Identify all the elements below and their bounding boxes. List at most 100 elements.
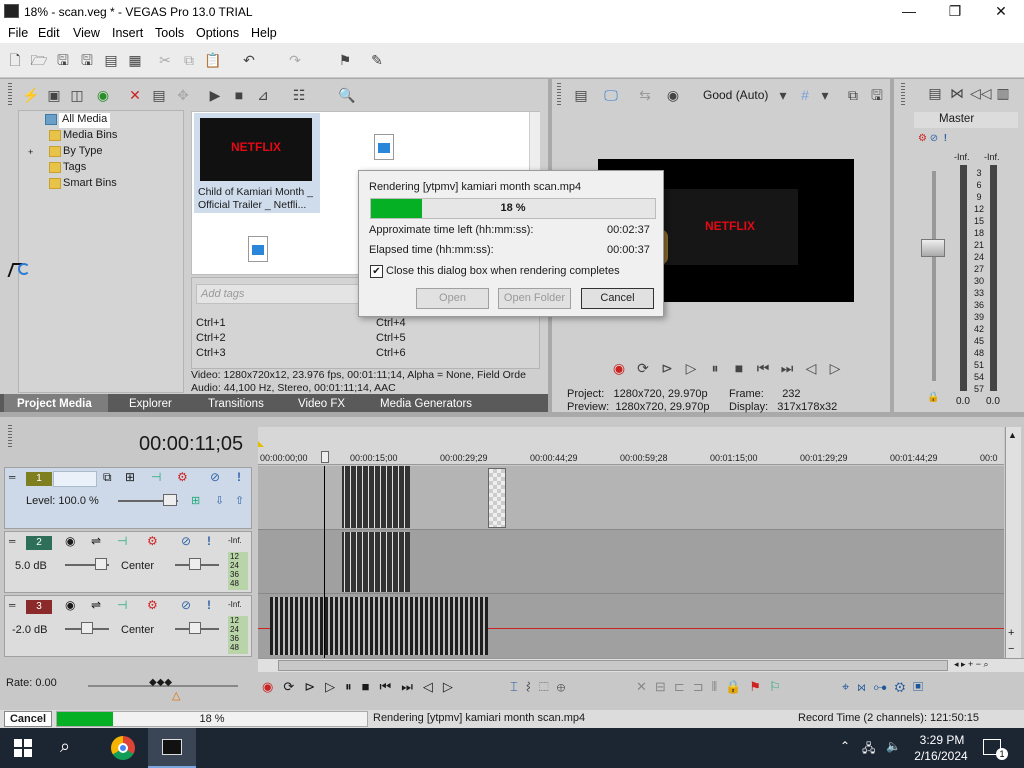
save-as-icon[interactable]: 🖫 — [78, 51, 96, 69]
status-cancel-button[interactable]: Cancel — [4, 711, 52, 727]
trim-icon[interactable]: ⊟ — [655, 679, 674, 694]
invert-phase-icon-3[interactable]: ⇌ — [91, 598, 101, 612]
pan-slider-handle-3[interactable] — [189, 622, 201, 634]
open-folder-button[interactable]: Open Folder — [498, 288, 571, 309]
pause-icon[interactable]: ⏸ — [706, 359, 724, 377]
envelope-tool-icon[interactable]: ⌇ — [526, 679, 539, 694]
media-fx-icon[interactable]: ▤ — [150, 86, 168, 104]
video-clip-events[interactable] — [342, 466, 410, 528]
selection-tool-icon[interactable]: ⬚ — [539, 679, 557, 694]
audio-clip-events-track3[interactable] — [270, 597, 488, 655]
prev-frame-icon[interactable]: ◁ — [802, 359, 820, 377]
save-icon[interactable]: 🖫 — [54, 51, 72, 69]
trim-start-icon[interactable]: ⊏ — [674, 679, 693, 694]
tl-loop-icon[interactable]: ⟳ — [283, 679, 304, 694]
render-as-icon[interactable]: ▤ — [102, 51, 120, 69]
tl-play-icon[interactable]: ▷ — [325, 679, 345, 694]
compositing-up-icon[interactable]: ⇧ — [235, 494, 244, 507]
menu-options[interactable]: Options — [196, 26, 239, 40]
horizontal-scrollbar[interactable]: ◂ ▸ + − ⌕ — [258, 658, 1024, 672]
scrollbar-thumb[interactable] — [278, 660, 948, 671]
timeline-ruler[interactable]: 00:00:00;00 00:00:15;00 00:00:29;29 00:0… — [258, 427, 1004, 465]
volume-slider-handle[interactable] — [95, 558, 107, 570]
track-solo-icon[interactable]: ! — [237, 470, 241, 484]
menu-edit[interactable]: Edit — [38, 26, 60, 40]
dim-icon[interactable]: ◁◁ — [970, 84, 992, 102]
mixer-settings-icon[interactable]: ▥ — [994, 84, 1012, 102]
play-icon[interactable]: ▷ — [682, 359, 700, 377]
tree-tags[interactable]: Tags — [49, 161, 86, 176]
lock-event-icon[interactable]: 🔒 — [725, 679, 749, 694]
menu-view[interactable]: View — [73, 26, 100, 40]
tl-end-icon[interactable]: ⏭ — [401, 679, 423, 694]
tab-transitions[interactable]: Transitions — [208, 398, 264, 410]
expand-track-icon[interactable]: ⊞ — [191, 494, 200, 507]
lock-icon[interactable]: 🔒 — [927, 392, 939, 403]
redo-icon[interactable]: ↷ — [286, 51, 304, 69]
tree-smart-bins[interactable]: Smart Bins — [49, 177, 117, 192]
track-name-input[interactable] — [53, 471, 97, 487]
pan-slider-handle[interactable] — [189, 558, 201, 570]
delete-icon[interactable]: ✕ — [636, 679, 655, 694]
dropdown-arrow-icon[interactable]: ▾ — [774, 86, 792, 104]
solo-icon[interactable]: ! — [944, 133, 947, 144]
tab-video-fx[interactable]: Video FX — [298, 398, 345, 410]
master-grip[interactable] — [901, 83, 905, 107]
ignore-grouping-icon[interactable]: ▣ — [913, 679, 931, 694]
compositing-icon[interactable]: ⊞ — [125, 470, 135, 484]
lock-envelopes-icon[interactable]: ⚙ — [895, 679, 914, 694]
marker-icon[interactable]: ⚑ — [749, 679, 769, 694]
expand-icon[interactable]: + — [28, 147, 33, 157]
import-media-icon[interactable]: ⚡ — [22, 86, 40, 104]
image-file-icon[interactable] — [374, 134, 394, 160]
trim-end-icon[interactable]: ⊐ — [693, 679, 712, 694]
compositing-down-icon[interactable]: ⇩ — [215, 494, 224, 507]
loop-icon[interactable]: ⟳ — [634, 359, 652, 377]
clock-date[interactable]: 2/16/2024 — [910, 749, 972, 763]
render-icon[interactable]: ⚑ — [336, 51, 354, 69]
media-thumbnail[interactable]: NETFLIX — [200, 118, 312, 181]
tags-input[interactable]: Add tags — [196, 284, 360, 304]
tl-prev-icon[interactable]: ◁ — [423, 679, 443, 694]
save-snapshot-icon[interactable]: 🖫 — [868, 86, 886, 104]
volume-slider-handle-3[interactable] — [81, 622, 93, 634]
volume-icon[interactable]: 🔈 — [886, 739, 901, 753]
new-file-icon[interactable]: 🗋 — [6, 51, 24, 69]
go-to-end-icon[interactable]: ⏭ — [778, 359, 796, 377]
tree-media-bins[interactable]: Media Bins — [49, 129, 117, 144]
clock-time[interactable]: 3:29 PM — [914, 733, 970, 747]
audio-solo-icon-3[interactable]: ! — [207, 598, 211, 612]
tl-start-icon[interactable]: ⏮ — [380, 679, 402, 694]
preview-quality-dropdown[interactable]: Good (Auto) — [703, 88, 768, 102]
tl-pause-icon[interactable]: ⏸ — [345, 679, 362, 694]
plugin-icon[interactable]: ✥ — [174, 86, 192, 104]
downmix-icon[interactable]: ⋈ — [948, 84, 966, 102]
preview-fx-icon[interactable]: ◉ — [664, 86, 682, 104]
track-header-video-1[interactable]: ═ 1 ⧉ ⊞ ⊣ ⚙ ⊘ ! Level: 100.0 % ⊞ ⇩ ⇧ — [4, 467, 252, 529]
next-frame-icon[interactable]: ▷ — [826, 359, 844, 377]
close-button[interactable]: ✕ — [978, 0, 1024, 23]
tree-by-type[interactable]: By Type — [49, 145, 103, 160]
loop-start-marker[interactable] — [258, 441, 264, 447]
grid-icon[interactable]: # — [796, 86, 814, 104]
tray-chevron-icon[interactable]: ⌃ — [840, 739, 850, 753]
open-folder-icon[interactable]: 🗁 — [30, 51, 48, 69]
record-icon[interactable]: ◉ — [610, 359, 628, 377]
open-button[interactable]: Open — [416, 288, 489, 309]
properties-icon[interactable]: ▦ — [126, 51, 144, 69]
audio-solo-icon[interactable]: ! — [207, 534, 211, 548]
audio-mute-icon-3[interactable]: ⊘ — [181, 598, 191, 612]
level-slider-handle[interactable] — [163, 494, 177, 506]
stop-icon[interactable]: ■ — [730, 359, 748, 377]
arm-record-icon-3[interactable]: ◉ — [65, 598, 75, 612]
cancel-render-button[interactable]: Cancel — [581, 288, 654, 309]
track-motion-icon[interactable]: ⧉ — [103, 470, 112, 485]
tab-media-generators[interactable]: Media Generators — [380, 398, 472, 410]
maximize-button[interactable]: ❐ — [932, 0, 978, 23]
audio-mute-icon[interactable]: ⊘ — [181, 534, 191, 548]
mute-icon[interactable]: ⊘ — [930, 133, 938, 144]
zoom-tool-icon[interactable]: ⊕ — [557, 679, 573, 694]
web-icon[interactable]: ◉ — [94, 86, 112, 104]
mixer-properties-icon[interactable]: ▤ — [926, 84, 944, 102]
panel-grip[interactable] — [8, 83, 12, 107]
